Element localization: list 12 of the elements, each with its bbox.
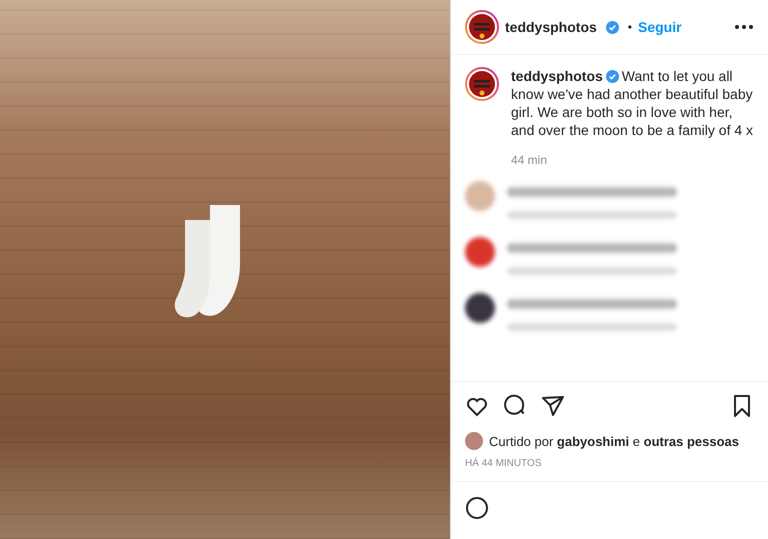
profile-avatar[interactable] [465, 67, 499, 101]
avatar-circle [465, 432, 483, 450]
profile-avatar[interactable] [465, 10, 499, 44]
share-icon[interactable] [541, 394, 565, 418]
username-link[interactable]: teddysphotos [511, 68, 603, 84]
post-time: 44 min [511, 153, 548, 167]
post-timestamp: HÁ 44 MINUTOS [464, 456, 542, 471]
username-link[interactable]: teddysphotos [505, 19, 597, 35]
separator-dot: • [628, 20, 632, 34]
post-caption: teddysphotos Want to let you all know we've had another beautiful baby girl. We are both so in love with her, and over the moon to be a family of 4 x [511, 67, 754, 139]
more-options-icon[interactable] [734, 24, 754, 30]
likes-text: Curtido por gabyoshimi e outras pessoas [489, 434, 740, 448]
